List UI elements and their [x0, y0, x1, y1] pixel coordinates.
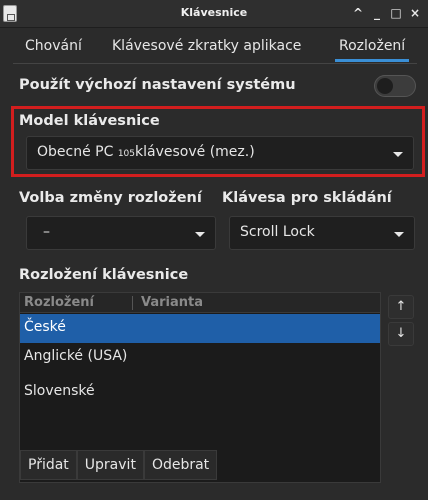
keyboard-model-value-suffix: klávesové (mez.)	[135, 144, 255, 160]
add-layout-button[interactable]: Přidat	[20, 450, 77, 480]
system-default-toggle[interactable]	[374, 75, 416, 97]
close-icon[interactable]: ×	[406, 4, 424, 22]
keyboard-model-value-small: 105	[117, 149, 136, 159]
column-header-rozlozeni[interactable]: Rozložení	[24, 295, 94, 310]
tab-bar: Chování Klávesové zkratky aplikace Rozlo…	[13, 34, 417, 64]
keyboard-model-value-prefix: Obecné PC	[37, 144, 118, 160]
chevron-down-icon	[195, 232, 205, 237]
chevron-down-icon	[394, 232, 404, 237]
chevron-down-icon	[393, 152, 403, 157]
layout-change-label: Volba změny rozložení	[19, 190, 202, 206]
list-header: Rozložení Varianta	[20, 293, 380, 313]
list-item[interactable]: České	[20, 314, 380, 343]
tab-klavesove-zkratky[interactable]: Klávesové zkratky aplikace	[112, 38, 301, 54]
keyboard-layouts-label: Rozložení klávesnice	[19, 267, 189, 283]
layout-change-value: –	[43, 224, 50, 240]
tab-chovani[interactable]: Chování	[25, 38, 82, 54]
layout-change-dropdown[interactable]: –	[26, 216, 216, 250]
toggle-knob	[377, 78, 393, 94]
maximize-icon[interactable]: □	[387, 4, 405, 22]
column-separator	[132, 296, 133, 310]
edit-layout-button[interactable]: Upravit	[76, 450, 144, 480]
compose-key-label: Klávesa pro skládání	[222, 190, 392, 206]
system-default-label: Použít výchozí nastavení systému	[19, 77, 296, 93]
remove-layout-button[interactable]: Odebrat	[143, 450, 218, 480]
move-down-button[interactable]: ↓	[388, 322, 414, 346]
layout-actions: Přidat Upravit Odebrat	[20, 450, 218, 480]
compose-key-dropdown[interactable]: Scroll Lock	[229, 216, 415, 250]
move-up-button[interactable]: ↑	[388, 295, 414, 319]
minimize-icon[interactable]: _	[368, 4, 386, 22]
title-bar: Klávesnice ^ _ □ ×	[0, 0, 428, 28]
keyboard-model-label: Model klávesnice	[19, 113, 160, 129]
list-item[interactable]: Anglické (USA)	[20, 343, 380, 372]
menu-chevron-up-icon[interactable]: ^	[349, 4, 367, 22]
compose-key-value: Scroll Lock	[240, 224, 315, 240]
keyboard-model-dropdown[interactable]: Obecné PC 105klávesové (mez.)	[26, 136, 414, 170]
tab-rozlozeni[interactable]: Rozložení	[334, 38, 410, 62]
list-item[interactable]: Slovenské	[20, 378, 380, 407]
column-header-varianta[interactable]: Varianta	[141, 295, 203, 310]
